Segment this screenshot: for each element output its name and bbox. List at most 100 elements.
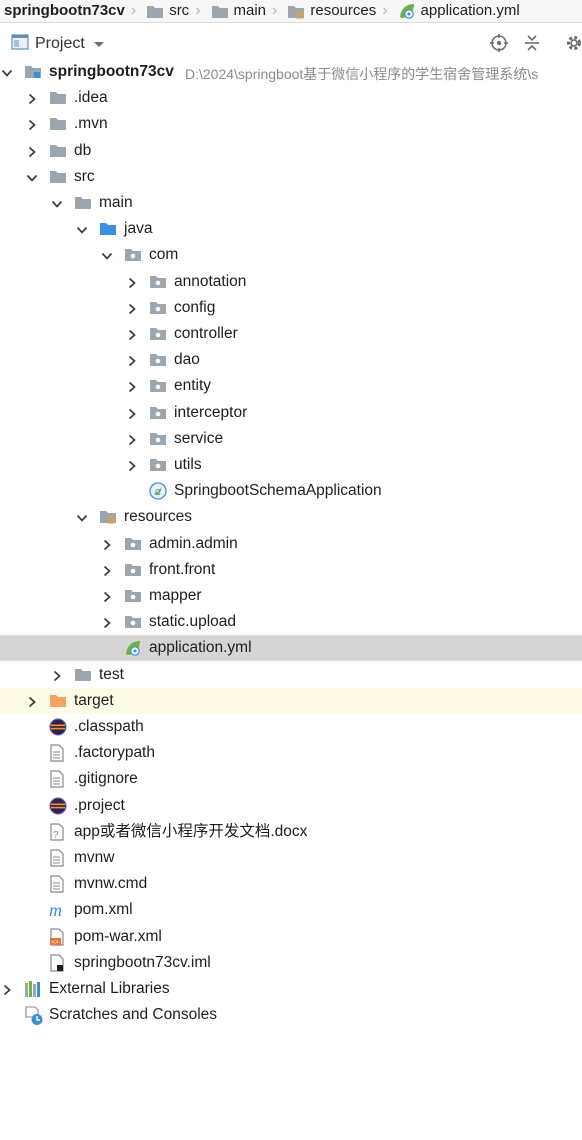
tree-row[interactable]: utils [0,452,582,478]
tree-row[interactable]: test [0,662,582,688]
chevron-right-icon[interactable] [126,407,138,419]
chevron-right-icon[interactable] [126,459,138,472]
tree-item-label: controller [174,325,238,342]
tree-item-label: mvnw.cmd [74,875,148,893]
chevron-right-icon[interactable] [26,92,38,105]
tree-row[interactable]: static.upload [0,609,582,635]
chevron-right-icon[interactable] [126,276,138,288]
locate-icon[interactable] [489,33,509,57]
project-view-title[interactable]: Project [35,35,85,53]
tree-item-label: SpringbootSchemaApplication [174,482,382,500]
tree-item-label: dao [174,351,200,369]
tree-item-label: service [174,429,224,447]
chevron-down-icon[interactable] [51,197,63,209]
tree-row[interactable]: .project [0,793,582,819]
tree-row[interactable]: springbootn73cv D:\2024\springboot基于微信小程序… [0,59,582,85]
tree-row[interactable]: resources [0,504,582,530]
breadcrumb-label: main [233,2,267,19]
tree-row[interactable]: interceptor [0,400,582,426]
chevron-right-icon[interactable] [101,616,113,629]
iml-file-icon [49,954,67,972]
tree-row[interactable]: src [0,164,582,190]
breadcrumb-separator: › [382,2,388,19]
tree-item-label: pom-war.xml [74,927,162,945]
tree-item-label: static.upload [149,613,237,631]
collapse-all-icon[interactable] [522,33,542,57]
chevron-down-icon[interactable] [76,511,88,523]
project-toolbar: Project [0,30,582,58]
chevron-down-icon[interactable] [101,249,113,261]
breadcrumb-item[interactable]: main [207,2,267,20]
tree-row[interactable]: com [0,242,582,268]
tree-row[interactable]: application.yml [0,635,582,662]
tree-row[interactable]: java [0,216,582,242]
folder-icon [49,115,67,133]
tree-row[interactable]: External Libraries [0,976,582,1002]
tree-row[interactable]: controller [0,321,582,347]
tree-row[interactable]: .idea [0,85,582,111]
tree-item-label: mvnw [74,849,115,866]
breadcrumb-item[interactable]: resources [283,2,376,20]
tree-row[interactable]: .gitignore [0,766,582,792]
breadcrumb-separator: › [272,2,278,19]
tree-row[interactable]: ? app或者微信小程序开发文档.docx [0,819,582,845]
tree-row[interactable]: springbootn73cv.iml [0,950,582,976]
chevron-right-icon[interactable] [126,433,138,445]
chevron-down-icon[interactable] [1,66,13,78]
tree-row[interactable]: annotation [0,269,582,295]
chevron-right-icon[interactable] [126,354,138,367]
resources-folder-icon [99,508,117,526]
chevron-right-icon[interactable] [101,538,113,550]
tree-row[interactable]: C SpringbootSchemaApplication [0,478,582,504]
breadcrumb-item[interactable]: springbootn73cv [0,2,125,20]
tree-row[interactable]: config [0,295,582,321]
tree-item-label: .idea [74,89,108,107]
package-icon [124,587,142,605]
tree-row[interactable]: entity [0,373,582,399]
tree-row[interactable]: target [0,687,582,714]
spring-boot-class-icon: C [149,482,167,500]
package-icon [149,430,167,448]
chevron-right-icon[interactable] [126,302,138,314]
tree-item-label: .factorypath [74,744,155,762]
svg-text:C: C [155,488,161,497]
breadcrumb-item[interactable]: application.yml [394,2,520,20]
tree-row[interactable]: admin.admin [0,531,582,557]
folder-icon [49,89,67,107]
resources-folder-icon [287,3,305,19]
tree-row[interactable]: db [0,138,582,164]
chevron-right-icon[interactable] [26,118,38,131]
breadcrumb-item[interactable]: src [142,2,189,20]
tree-row[interactable]: .factorypath [0,740,582,766]
chevron-right-icon[interactable] [126,380,138,393]
chevron-right-icon[interactable] [26,695,38,707]
chevron-right-icon[interactable] [101,564,113,576]
tree-item-label: test [99,665,124,683]
breadcrumb-label: springbootn73cv [4,2,125,19]
chevron-down-icon[interactable] [76,223,88,235]
tree-row[interactable]: mvnw [0,845,582,871]
chevron-right-icon[interactable] [26,145,38,157]
tree-row[interactable]: mvnw.cmd [0,871,582,897]
chevron-down-icon[interactable] [93,36,105,53]
tree-row[interactable]: service [0,426,582,452]
tree-row[interactable]: dao [0,347,582,373]
chevron-down-icon[interactable] [26,171,38,183]
tree-row[interactable]: front.front [0,557,582,583]
tree-row[interactable]: m pom.xml [0,897,582,923]
tree-item-label: main [99,194,133,211]
tree-row[interactable]: Scratches and Consoles [0,1002,582,1028]
tree-row[interactable]: .classpath [0,714,582,740]
tree-row[interactable]: mapper [0,583,582,609]
gear-icon[interactable] [564,33,582,57]
tree-item-label: target [74,691,114,709]
chevron-right-icon[interactable] [126,328,138,341]
tree-row[interactable]: .mvn [0,111,582,137]
tree-row[interactable]: main [0,190,582,216]
folder-icon [74,194,92,212]
chevron-right-icon[interactable] [51,669,63,681]
tree-item-label: pom.xml [74,901,133,919]
tree-row[interactable]: <> pom-war.xml [0,924,582,950]
chevron-right-icon[interactable] [1,983,13,996]
chevron-right-icon[interactable] [101,590,113,603]
